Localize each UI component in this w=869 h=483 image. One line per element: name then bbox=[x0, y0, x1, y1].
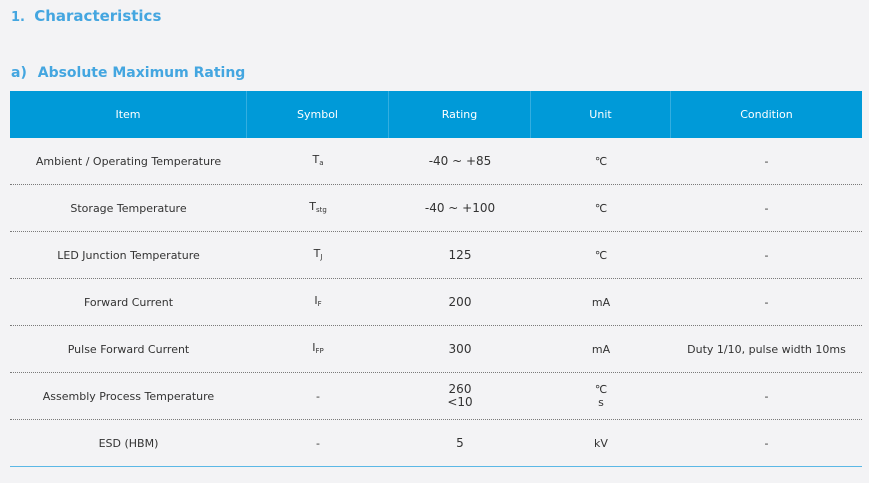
cell-symbol: Ta bbox=[247, 138, 389, 184]
table-row: Ambient / Operating Temperature Ta -40 ~ +… bbox=[10, 138, 862, 185]
cell-symbol: - bbox=[247, 373, 389, 419]
table-row: ESD (HBM) - 5 kV - bbox=[10, 420, 862, 467]
unit-value-secondary: s bbox=[598, 396, 604, 409]
unit-value: mA bbox=[591, 295, 611, 309]
cell-rating: 300 bbox=[389, 326, 531, 372]
unit-value: ℃ bbox=[594, 201, 608, 215]
section-number: 1. bbox=[11, 10, 25, 25]
symbol-text: TJ bbox=[314, 247, 323, 264]
rating-value-secondary: <10 bbox=[447, 395, 473, 409]
cell-rating: 125 bbox=[389, 232, 531, 278]
subsection-number: a) bbox=[11, 65, 27, 81]
cell-item: LED Junction Temperature bbox=[57, 248, 200, 262]
cell-condition: Duty 1/10, pulse width 10ms bbox=[687, 342, 846, 356]
symbol-subscript: FP bbox=[315, 346, 324, 355]
cell-condition: - bbox=[764, 201, 769, 215]
cell-symbol: IF bbox=[247, 279, 389, 325]
subsection-heading: a) Absolute Maximum Rating bbox=[11, 65, 245, 81]
cell-unit: ℃ bbox=[531, 185, 671, 231]
subsection-title: Absolute Maximum Rating bbox=[37, 65, 246, 81]
symbol-text: Ta bbox=[312, 153, 323, 170]
symbol-main: - bbox=[316, 389, 320, 403]
cell-item: Ambient / Operating Temperature bbox=[35, 154, 222, 168]
cell-unit: mA bbox=[531, 326, 671, 372]
table-body: Ambient / Operating Temperature Ta -40 ~ +… bbox=[10, 138, 862, 467]
absolute-maximum-rating-table: Item Symbol Rating Unit Condition Ambien… bbox=[10, 91, 862, 467]
symbol-text: - bbox=[316, 390, 320, 403]
rating-value: 300 bbox=[448, 341, 472, 356]
symbol-text: - bbox=[316, 437, 320, 450]
cell-symbol: Tstg bbox=[247, 185, 389, 231]
symbol-main: T bbox=[309, 199, 316, 213]
symbol-text: Tstg bbox=[309, 200, 327, 217]
cell-symbol: IFP bbox=[247, 326, 389, 372]
unit-value: ℃ bbox=[594, 248, 608, 262]
unit-value: mA bbox=[591, 342, 611, 356]
symbol-subscript: F bbox=[317, 299, 322, 308]
cell-symbol: - bbox=[247, 420, 389, 466]
cell-condition: - bbox=[764, 295, 769, 309]
table-row: Pulse Forward Current IFP 300 mA Duty 1/10, … bbox=[10, 326, 862, 373]
table-row: LED Junction Temperature TJ 125 ℃ - bbox=[10, 232, 862, 279]
cell-rating: -40 ~ +85 bbox=[389, 138, 531, 184]
rating-value: 5 bbox=[456, 435, 464, 450]
rating-value: -40 ~ +100 bbox=[424, 200, 496, 215]
cell-unit: kV bbox=[531, 420, 671, 466]
table-row: Storage Temperature Tstg -40 ~ +100 ℃ - bbox=[10, 185, 862, 232]
header-item: Item bbox=[10, 91, 247, 138]
rating-value: -40 ~ +85 bbox=[428, 153, 492, 168]
cell-symbol: TJ bbox=[247, 232, 389, 278]
unit-value: ℃ bbox=[594, 154, 608, 168]
cell-condition: - bbox=[764, 436, 769, 450]
cell-unit: ℃ bbox=[531, 232, 671, 278]
table-header: Item Symbol Rating Unit Condition bbox=[10, 91, 862, 138]
symbol-subscript: a bbox=[319, 158, 324, 167]
section-title: Characteristics bbox=[34, 7, 162, 25]
table-row: Assembly Process Temperature -260 <10 ℃ s - bbox=[10, 373, 862, 420]
symbol-main: - bbox=[316, 436, 320, 450]
table-row: Forward Current IF 200 mA - bbox=[10, 279, 862, 326]
cell-item: Storage Temperature bbox=[70, 201, 187, 215]
cell-rating: 260 <10 bbox=[389, 373, 531, 419]
unit-value: ℃ bbox=[594, 383, 608, 396]
cell-unit: mA bbox=[531, 279, 671, 325]
cell-unit: ℃ s bbox=[531, 373, 671, 419]
cell-condition: - bbox=[764, 389, 769, 403]
cell-condition: - bbox=[764, 248, 769, 262]
rating-value: 200 bbox=[448, 294, 472, 309]
cell-item: Assembly Process Temperature bbox=[42, 389, 215, 403]
cell-item: Pulse Forward Current bbox=[67, 342, 190, 356]
rating-value: 125 bbox=[448, 247, 472, 262]
cell-rating: -40 ~ +100 bbox=[389, 185, 531, 231]
cell-item: ESD (HBM) bbox=[98, 436, 159, 450]
symbol-subscript: J bbox=[320, 252, 323, 261]
unit-value: kV bbox=[594, 436, 608, 450]
header-symbol: Symbol bbox=[247, 91, 389, 138]
cell-unit: ℃ bbox=[531, 138, 671, 184]
section-heading: 1. Characteristics bbox=[11, 7, 161, 25]
header-condition: Condition bbox=[740, 108, 793, 121]
header-rating: Rating bbox=[389, 91, 531, 138]
header-unit: Unit bbox=[531, 91, 671, 138]
cell-rating: 5 bbox=[389, 420, 531, 466]
symbol-text: IF bbox=[314, 294, 321, 311]
symbol-subscript: stg bbox=[315, 205, 327, 214]
cell-condition: - bbox=[764, 154, 769, 168]
cell-item: Forward Current bbox=[83, 295, 174, 309]
cell-rating: 200 bbox=[389, 279, 531, 325]
symbol-text: IFP bbox=[312, 341, 324, 358]
